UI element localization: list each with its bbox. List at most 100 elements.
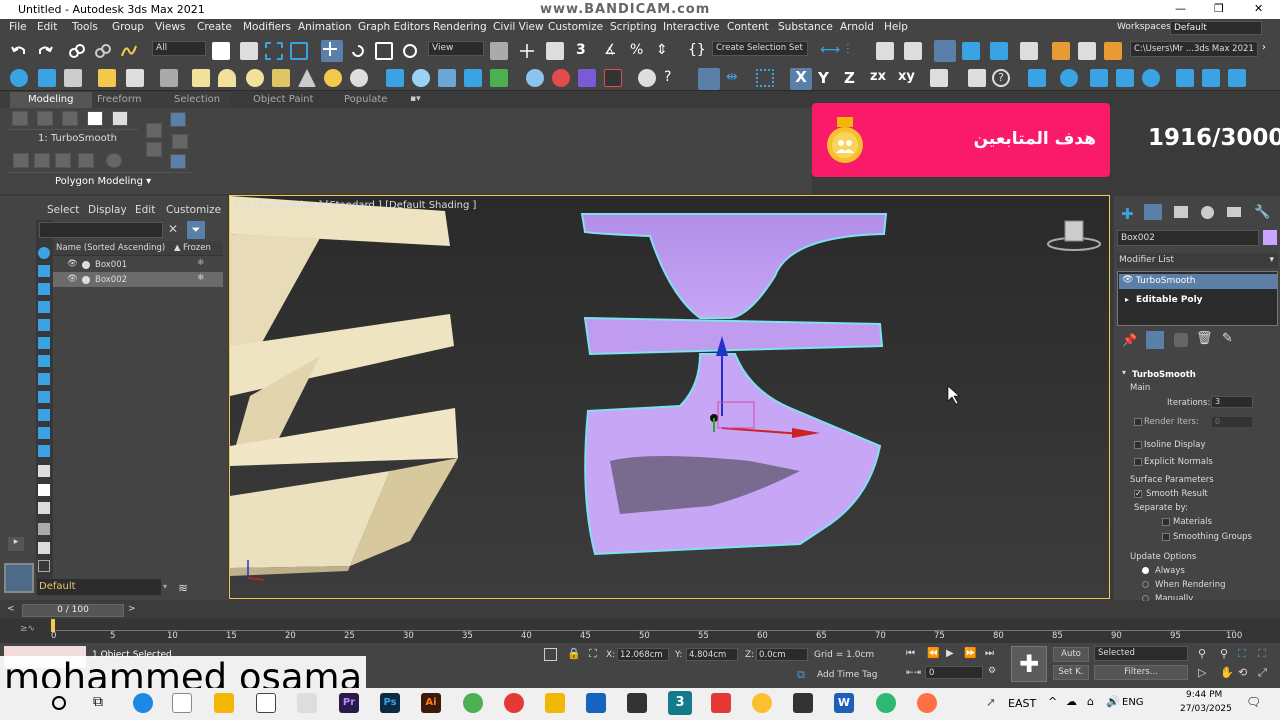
whatsapp-icon[interactable]: [876, 693, 896, 713]
list-item[interactable]: 👁 Box002 ❄: [53, 272, 223, 287]
clock-date[interactable]: 27/03/2025: [1180, 704, 1232, 714]
zoom-extents-icon[interactable]: ⛶: [1238, 647, 1246, 661]
window-crossing-icon[interactable]: [290, 42, 308, 60]
display-frozen-icon[interactable]: [38, 445, 50, 457]
filter-icon[interactable]: [38, 542, 50, 554]
utilities-tab-icon[interactable]: 🔧: [1254, 205, 1270, 220]
ribbon-tool-5-icon[interactable]: [106, 153, 122, 168]
cone-icon[interactable]: [298, 69, 316, 87]
menu-substance[interactable]: Substance: [778, 21, 833, 33]
z-coordinate-field[interactable]: 0.0cm: [756, 648, 808, 661]
explorer-icon[interactable]: [172, 693, 192, 713]
prev-frame-icon[interactable]: ⏪: [927, 648, 939, 659]
select-children-icon[interactable]: [38, 523, 50, 535]
pick-axis-icon[interactable]: [930, 69, 948, 87]
layer-dropdown-arrow-icon[interactable]: ▾: [163, 582, 167, 591]
keyboard-shortcut-override-icon[interactable]: [546, 42, 564, 60]
render-iters-checkbox[interactable]: [1134, 418, 1142, 426]
teapot-icon[interactable]: [10, 69, 28, 87]
key-mode-icon[interactable]: ⇤⇥: [906, 668, 921, 678]
ribbon-tool-2-icon[interactable]: [34, 153, 50, 168]
menu-create[interactable]: Create: [197, 21, 232, 33]
time-tag-icon[interactable]: ⧉: [797, 668, 805, 682]
time-config-icon[interactable]: ⚙: [988, 666, 996, 676]
edge-icon[interactable]: [133, 693, 153, 713]
sun-icon[interactable]: [324, 69, 342, 87]
selection-filter-dropdown[interactable]: All: [152, 41, 206, 56]
iterations-spinner[interactable]: 3: [1211, 396, 1253, 408]
play-icon[interactable]: ▶: [946, 648, 954, 659]
sphere-icon[interactable]: [246, 69, 264, 87]
lock-icon[interactable]: [38, 560, 50, 572]
ribbon-tool-6-icon[interactable]: [146, 123, 162, 138]
calendar-icon[interactable]: [627, 693, 647, 713]
mirror-icon[interactable]: ⟷: [820, 42, 840, 60]
list-item[interactable]: 👁 Box001 ❄: [53, 257, 223, 272]
column-frozen-header[interactable]: Frozen: [183, 243, 211, 253]
dome-icon[interactable]: [218, 69, 236, 87]
set-key-button[interactable]: Set K.: [1053, 665, 1089, 680]
render-frame-icon[interactable]: [64, 69, 82, 87]
viewport-label[interactable]: [+] [Perspective ] [Standard ] [Default …: [234, 200, 476, 211]
smoothing-groups-checkbox[interactable]: [1162, 533, 1170, 541]
link-icon[interactable]: [68, 42, 86, 60]
key-filter-dropdown[interactable]: Selected: [1094, 646, 1188, 661]
sketchup-icon[interactable]: [586, 693, 606, 713]
menu-file[interactable]: File: [9, 21, 27, 33]
explicit-normals-checkbox[interactable]: [1134, 458, 1142, 466]
language-indicator[interactable]: ENG: [1122, 697, 1144, 708]
named-selection-dropdown[interactable]: Create Selection Set: [712, 41, 808, 56]
bandicam-icon[interactable]: [504, 693, 524, 713]
light-icon[interactable]: [98, 69, 116, 87]
restore-icon[interactable]: ❐: [1214, 2, 1224, 15]
pan-icon[interactable]: ✋: [1220, 666, 1234, 679]
constraint-y-icon[interactable]: Y: [818, 69, 836, 87]
material-editor-icon[interactable]: [1020, 42, 1038, 60]
menu-arnold[interactable]: Arnold: [840, 21, 874, 33]
firefox-icon[interactable]: [917, 693, 937, 713]
grid-icon[interactable]: [698, 68, 720, 90]
frame-next-icon[interactable]: [1202, 69, 1220, 87]
goto-start-icon[interactable]: ⏮: [906, 648, 915, 659]
layer-color-swatch[interactable]: [4, 563, 34, 593]
scene-tab-display[interactable]: Display: [88, 204, 127, 216]
y-coordinate-field[interactable]: 4.804cm: [686, 648, 738, 661]
eye-icon[interactable]: 👁: [67, 274, 78, 284]
display-shapes-icon[interactable]: [38, 283, 50, 295]
display-lights-icon[interactable]: [38, 301, 50, 313]
helper-icon[interactable]: [160, 69, 178, 87]
chrome-icon[interactable]: [752, 693, 772, 713]
scene-tab-select[interactable]: Select: [47, 204, 79, 216]
rendered-frame-window-icon[interactable]: [1078, 42, 1096, 60]
photoshop-icon[interactable]: Ps: [380, 693, 400, 713]
select-move-icon[interactable]: [321, 40, 343, 62]
render-production-icon[interactable]: [1104, 42, 1122, 60]
ribbon-tab-populate[interactable]: Populate: [344, 94, 387, 105]
stack-item-turbosmooth[interactable]: 👁 TurboSmooth: [1119, 274, 1277, 289]
display-helpers-icon[interactable]: [38, 337, 50, 349]
render-setup-icon[interactable]: [1052, 42, 1070, 60]
undo-icon[interactable]: [10, 42, 28, 60]
modify-tab-icon[interactable]: [1144, 204, 1162, 220]
layer-dropdown[interactable]: Default: [37, 579, 161, 595]
hierarchy-tab-icon[interactable]: [1174, 206, 1188, 218]
minimize-icon[interactable]: —: [1175, 2, 1186, 15]
display-all-icon[interactable]: [38, 465, 50, 477]
key-filters-button[interactable]: Filters...: [1094, 665, 1188, 680]
polygon-mode-icon[interactable]: [87, 111, 103, 126]
ribbon-tab-object-paint[interactable]: Object Paint: [253, 94, 314, 105]
curve-editor-icon[interactable]: [962, 42, 980, 60]
menu-interactive[interactable]: Interactive: [663, 21, 720, 33]
display-cameras-icon[interactable]: [38, 319, 50, 331]
modifier-list-dropdown[interactable]: Modifier List ▾: [1117, 253, 1278, 268]
frozen-snowflake-icon[interactable]: ❄: [197, 273, 204, 283]
polygon-modeling-dropdown[interactable]: Polygon Modeling ▾: [55, 176, 151, 187]
frame-end-icon[interactable]: [1228, 69, 1246, 87]
select-object-icon[interactable]: [212, 42, 230, 60]
vertex-mode-icon[interactable]: [12, 111, 28, 126]
weather-text[interactable]: EAST: [1008, 697, 1036, 710]
column-name-header[interactable]: Name (Sorted Ascending): [56, 243, 165, 253]
render-material-icon[interactable]: [578, 69, 596, 87]
cloud-icon[interactable]: ☁: [1066, 695, 1077, 708]
render-shade-icon[interactable]: [1028, 69, 1046, 87]
